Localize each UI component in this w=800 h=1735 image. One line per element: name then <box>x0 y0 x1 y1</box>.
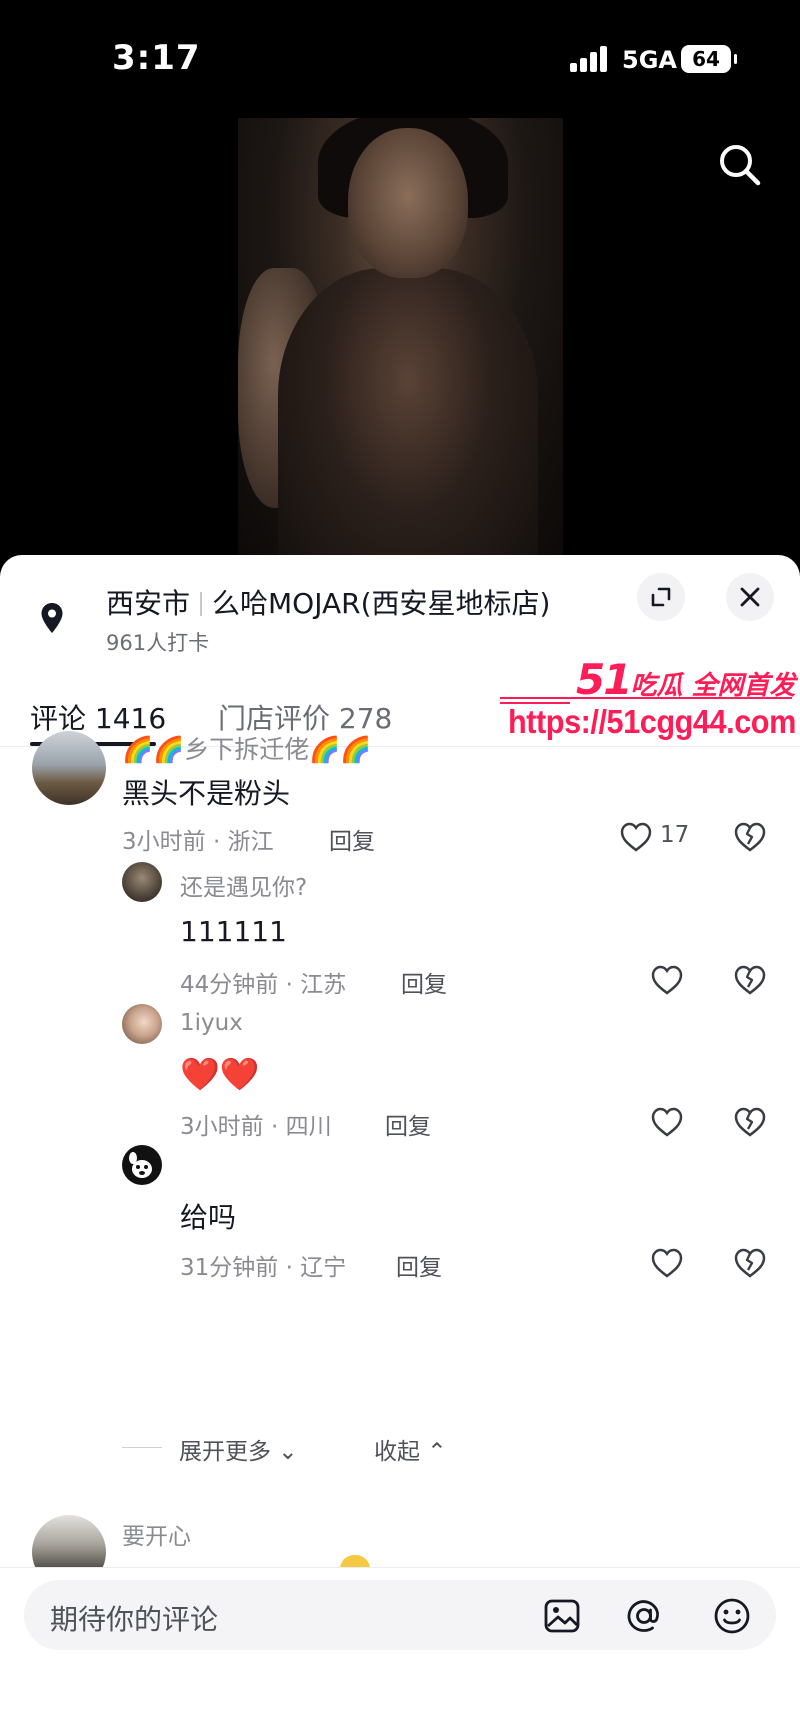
reply-button[interactable]: 回复 <box>401 965 447 999</box>
reply-button[interactable]: 回复 <box>396 1248 442 1282</box>
close-icon <box>740 587 760 607</box>
network-type: 5GA <box>622 46 677 74</box>
mention-icon[interactable] <box>624 1596 664 1636</box>
reply-meta: 44分钟前 · 江苏 <box>180 972 347 998</box>
dislike-icon[interactable] <box>733 1106 767 1138</box>
reply-meta: 3小时前 · 四川 <box>180 1114 332 1140</box>
reply-text: 111111 <box>180 915 287 948</box>
location-title[interactable]: 西安市 么哈MOJAR(西安星地标店) <box>106 582 550 622</box>
like-heart-icon[interactable] <box>619 821 653 853</box>
comment-text: 黑头不是粉头 <box>122 777 291 810</box>
collapse-button[interactable]: 收起 ⌃ <box>374 1432 447 1466</box>
chevron-down-icon: ⌄ <box>271 1439 298 1465</box>
expand-more-label: 展开更多 <box>179 1439 271 1465</box>
collapse-label: 收起 <box>374 1439 420 1465</box>
reply-meta: 31分钟前 · 辽宁 <box>180 1255 347 1281</box>
like-heart-icon[interactable] <box>650 964 684 996</box>
location-pin-icon <box>34 600 70 636</box>
thread-divider <box>122 1447 162 1448</box>
video-player[interactable] <box>238 118 563 558</box>
reply-nickname[interactable]: 还是遇见你? <box>180 868 307 902</box>
like-count: 17 <box>660 822 690 848</box>
expand-button[interactable] <box>637 573 685 621</box>
comment-sheet: 西安市 么哈MOJAR(西安星地标店) 961人打卡 评论 1416 门店评价 2… <box>0 555 800 1735</box>
comment-input-placeholder: 期待你的评论 <box>50 1603 219 1636</box>
location-place: 么哈MOJAR(西安星地标店) <box>212 587 551 620</box>
battery-icon: 64 <box>681 45 737 73</box>
location-city: 西安市 <box>106 587 191 620</box>
comment-meta: 3小时前 · 浙江 <box>122 829 274 855</box>
emoji-icon[interactable] <box>712 1596 752 1636</box>
reply-text: 给吗 <box>180 1201 237 1234</box>
avatar[interactable] <box>122 1004 162 1044</box>
avatar[interactable] <box>32 731 106 805</box>
like-heart-icon[interactable] <box>650 1106 684 1138</box>
reply-nickname[interactable]: 1iyux <box>180 1010 243 1036</box>
avatar[interactable] <box>122 1145 162 1185</box>
signal-icon <box>570 46 610 72</box>
close-button[interactable] <box>726 573 774 621</box>
reply-text: ❤️❤️ <box>180 1055 260 1093</box>
expand-icon <box>651 587 671 607</box>
like-heart-icon[interactable] <box>650 1247 684 1279</box>
watermark: 51吃瓜 全网首发 https://51cgg44.com <box>500 655 800 755</box>
reply-button[interactable]: 回复 <box>329 822 375 856</box>
watermark-url: https://51cgg44.com <box>508 703 796 740</box>
reply-button[interactable]: 回复 <box>385 1107 431 1141</box>
video-frame-face <box>348 128 468 278</box>
image-icon[interactable] <box>542 1596 582 1636</box>
dislike-icon[interactable] <box>733 821 767 853</box>
video-frame-body <box>278 268 538 558</box>
avatar[interactable] <box>122 862 162 902</box>
location-separator <box>200 592 203 616</box>
dislike-icon[interactable] <box>733 1247 767 1279</box>
status-time: 3:17 <box>112 38 201 78</box>
comment-nickname[interactable]: 🌈🌈乡下拆迁佬🌈🌈 <box>122 730 372 766</box>
location-checkins: 961人打卡 <box>106 631 210 655</box>
watermark-line <box>500 697 792 699</box>
expand-more-button[interactable]: 展开更多 ⌄ <box>179 1432 298 1466</box>
dislike-icon[interactable] <box>733 964 767 996</box>
status-bar: 3:17 5GA 64 <box>0 0 800 110</box>
comment-input[interactable]: 期待你的评论 <box>24 1580 776 1650</box>
battery-level: 64 <box>692 47 720 71</box>
search-icon[interactable] <box>715 140 765 190</box>
chevron-up-icon: ⌃ <box>420 1439 447 1465</box>
comment-nickname[interactable]: 要开心 <box>122 1517 191 1551</box>
